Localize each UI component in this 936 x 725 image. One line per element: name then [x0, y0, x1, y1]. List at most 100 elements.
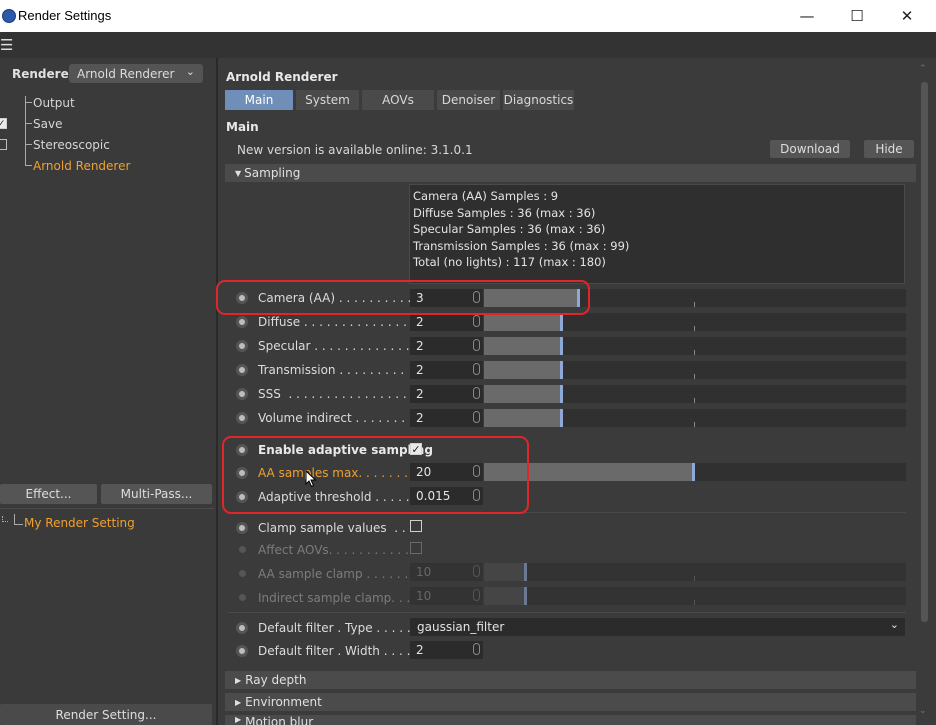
slider-handle[interactable] [560, 409, 563, 427]
title-bar: Render Settings — ☐ ✕ [0, 0, 936, 32]
aa-sample-clamp-field: 10 [410, 563, 483, 581]
keyframe-radio[interactable] [236, 316, 248, 328]
maximize-button[interactable]: ☐ [834, 0, 880, 32]
specular-value: 2 [416, 339, 424, 353]
effect-button[interactable]: Effect... [0, 484, 97, 504]
spinner-icon[interactable] [473, 363, 480, 375]
slider-fill [484, 361, 560, 379]
spinner-icon[interactable] [473, 387, 480, 399]
slider-handle[interactable] [692, 463, 695, 481]
spinner-icon [473, 589, 480, 601]
diffuse-label: Diffuse . . . . . . . . . . . . . . . [258, 315, 415, 329]
slider-handle[interactable] [560, 361, 563, 379]
clamp-sample-values-checkbox[interactable] [410, 520, 422, 532]
keyframe-radio[interactable] [236, 340, 248, 352]
default-filter-type-select[interactable]: gaussian_filter ⌄ [410, 618, 905, 636]
cinema4d-app-icon [2, 9, 16, 23]
tree-connector [2, 516, 8, 522]
renderer-label: Renderer [12, 67, 75, 81]
spinner-icon[interactable] [473, 339, 480, 351]
keyframe-radio[interactable] [236, 645, 248, 657]
render-setting-button[interactable]: Render Setting... [0, 704, 212, 725]
tree-item-arnold-renderer[interactable]: Arnold Renderer [33, 159, 130, 173]
tree-branch [25, 102, 32, 103]
menu-icon[interactable]: ☰ [0, 36, 13, 54]
environment-group-header[interactable]: ▶ Environment [225, 693, 916, 711]
sss-slider[interactable] [484, 385, 906, 403]
keyframe-radio[interactable] [236, 412, 248, 424]
hide-button[interactable]: Hide [864, 140, 914, 158]
tab-aovs[interactable]: AOVs [362, 90, 434, 110]
keyframe-radio [239, 570, 246, 577]
aa-samples-max-slider[interactable] [484, 463, 906, 481]
volume-indirect-label: Volume indirect . . . . . . . . [258, 411, 413, 425]
default-filter-width-field[interactable]: 2 [410, 641, 483, 659]
tab-diagnostics[interactable]: Diagnostics [503, 90, 574, 110]
stereoscopic-enable-checkbox[interactable] [0, 139, 7, 150]
tab-system[interactable]: System [296, 90, 359, 110]
indirect-sample-clamp-field: 10 [410, 587, 483, 605]
tree-branch [14, 514, 23, 525]
transmission-field[interactable]: 2 [410, 361, 483, 379]
tree-item-output[interactable]: Output [33, 96, 75, 110]
download-button[interactable]: Download [770, 140, 850, 158]
section-title: Main [226, 120, 259, 134]
slider-fill [484, 337, 560, 355]
diffuse-slider[interactable] [484, 313, 906, 331]
environment-group-label: Environment [245, 695, 322, 709]
save-enable-checkbox[interactable]: ✓ [0, 118, 7, 129]
slider-tick [694, 350, 695, 355]
chevron-down-icon: ⌄ [185, 65, 195, 78]
render-setting-item[interactable]: My Render Setting [24, 516, 135, 530]
close-button[interactable]: ✕ [884, 0, 930, 32]
volume-indirect-slider[interactable] [484, 409, 906, 427]
spinner-icon[interactable] [473, 315, 480, 327]
keyframe-radio [239, 546, 246, 553]
scrollbar-thumb[interactable] [921, 82, 928, 622]
motion-blur-group-label: Motion blur [245, 715, 314, 725]
slider-handle[interactable] [560, 337, 563, 355]
spinner-icon[interactable] [473, 411, 480, 423]
tab-main[interactable]: Main [225, 90, 293, 110]
slider-handle[interactable] [560, 385, 563, 403]
tree-item-stereoscopic[interactable]: Stereoscopic [33, 138, 110, 152]
stats-line: Total (no lights) : 117 (max : 180) [413, 255, 606, 269]
sampling-group-label: Sampling [244, 166, 301, 180]
keyframe-radio[interactable] [236, 622, 248, 634]
sss-field[interactable]: 2 [410, 385, 483, 403]
affect-aovs-label: Affect AOVs. . . . . . . . . . . [258, 543, 409, 557]
diffuse-value: 2 [416, 315, 424, 329]
caret-right-icon: ▶ [235, 715, 242, 724]
motion-blur-group-header[interactable]: ▶ Motion blur [225, 715, 916, 725]
stats-line: Specular Samples : 36 (max : 36) [413, 222, 606, 236]
caret-down-icon: ▼ [235, 168, 242, 178]
slider-tick [694, 576, 695, 581]
transmission-slider[interactable] [484, 361, 906, 379]
renderer-select[interactable]: Arnold Renderer ⌄ [69, 64, 203, 83]
tab-denoiser[interactable]: Denoiser [437, 90, 500, 110]
specular-label: Specular . . . . . . . . . . . . . . [258, 339, 418, 353]
volume-indirect-field[interactable]: 2 [410, 409, 483, 427]
specular-slider[interactable] [484, 337, 906, 355]
menu-bar [0, 32, 936, 58]
chevron-down-icon: ⌄ [889, 618, 899, 631]
spinner-icon[interactable] [473, 643, 480, 655]
ray-depth-group-header[interactable]: ▶ Ray depth [225, 671, 916, 689]
minimize-button[interactable]: — [784, 0, 830, 32]
stats-line: Diffuse Samples : 36 (max : 36) [413, 205, 596, 220]
ray-depth-group-label: Ray depth [245, 673, 307, 687]
tree-item-save[interactable]: Save [33, 117, 62, 131]
renderer-select-value: Arnold Renderer [77, 66, 175, 81]
caret-right-icon: ▶ [235, 697, 242, 707]
slider-handle[interactable] [560, 313, 563, 331]
specular-field[interactable]: 2 [410, 337, 483, 355]
slider-fill [484, 587, 524, 605]
multipass-button[interactable]: Multi-Pass... [101, 484, 212, 504]
keyframe-radio[interactable] [236, 364, 248, 376]
keyframe-radio[interactable] [236, 522, 248, 534]
sampling-group-header[interactable]: ▼ Sampling [225, 164, 916, 182]
diffuse-field[interactable]: 2 [410, 313, 483, 331]
keyframe-radio[interactable] [236, 388, 248, 400]
scroll-up-icon[interactable]: ⌃ [919, 64, 927, 74]
scroll-down-icon[interactable]: ⌄ [919, 706, 927, 716]
